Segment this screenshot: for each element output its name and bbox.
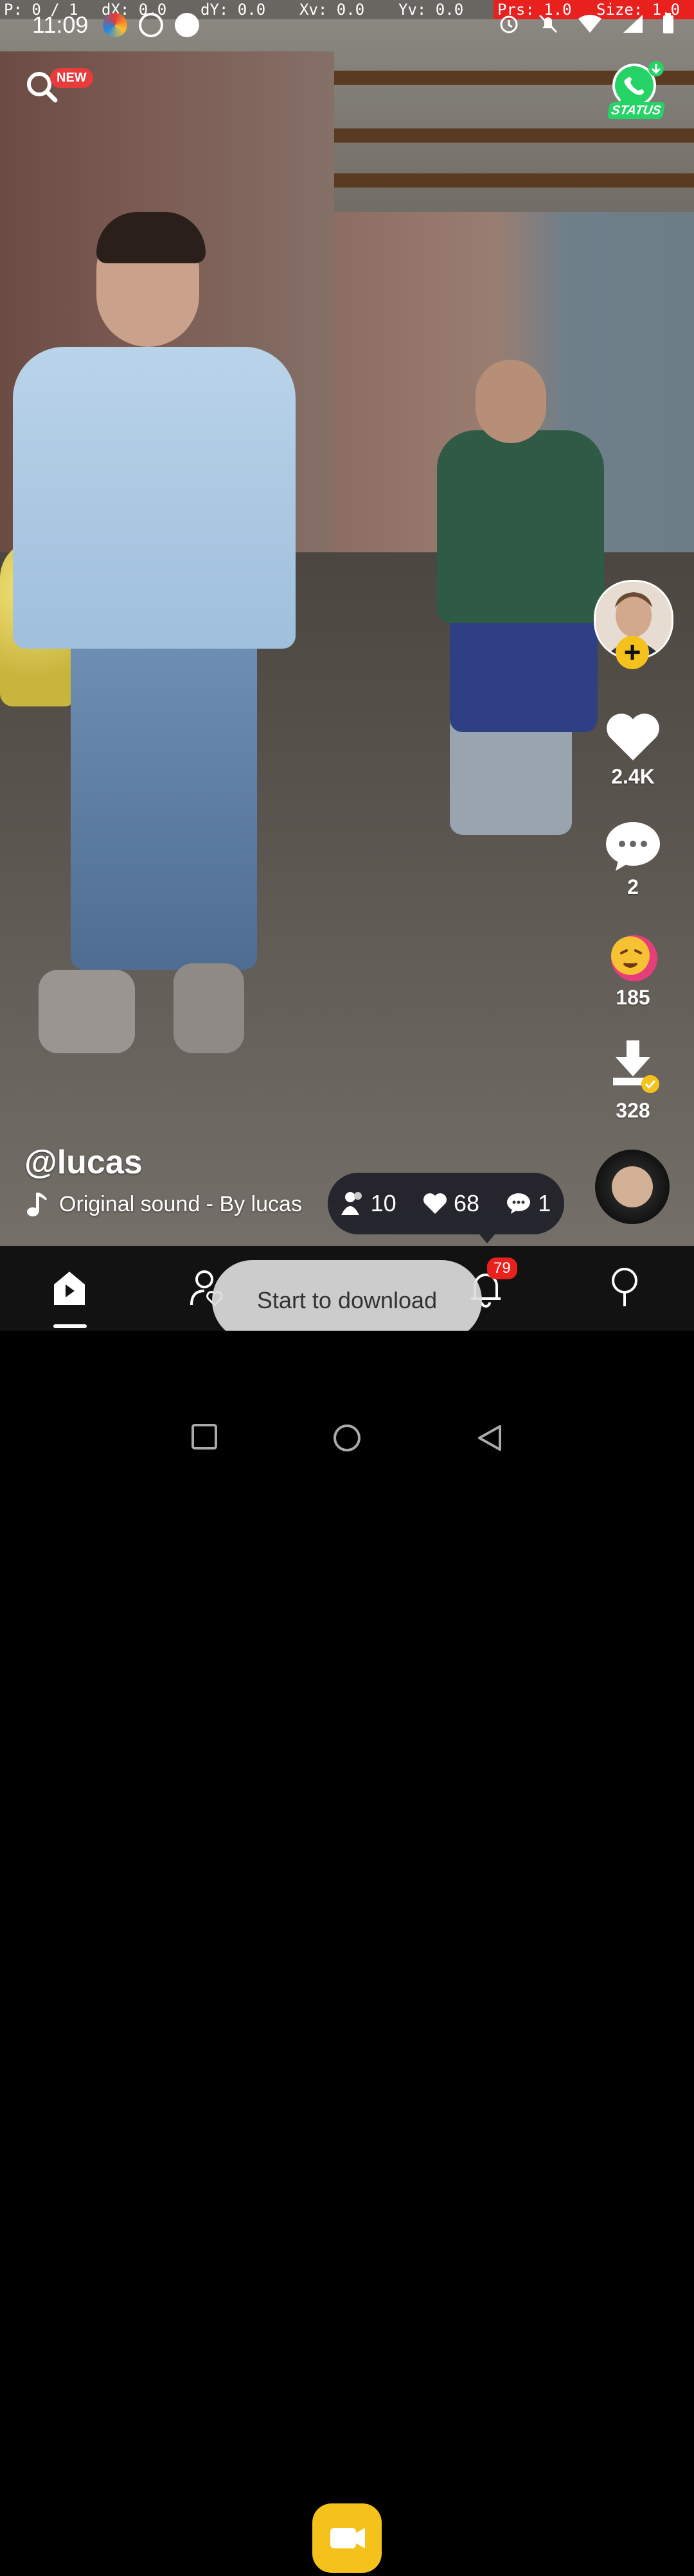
sound-title: Original sound - By lucas — [59, 1191, 302, 1216]
download-button[interactable]: 328 — [588, 1038, 678, 1123]
music-note-icon — [27, 1193, 47, 1216]
views-stat: 10 — [341, 1190, 396, 1217]
music-disc[interactable] — [595, 1150, 670, 1224]
people-icon — [341, 1192, 362, 1215]
emoji-reaction-icon — [611, 935, 657, 981]
mute-icon — [537, 13, 559, 38]
signal-icon — [621, 13, 644, 37]
like-count: 2.4K — [611, 765, 655, 788]
video-person — [96, 212, 206, 263]
heart-icon — [423, 1193, 447, 1214]
follow-plus-button[interactable]: + — [616, 636, 649, 669]
circle-icon — [334, 1424, 360, 1451]
comments-stat: 1 — [506, 1190, 551, 1217]
music-disc-avatar — [612, 1166, 653, 1207]
tab-profile[interactable] — [580, 1246, 670, 1331]
back-button[interactable] — [476, 1424, 504, 1455]
video-person — [174, 963, 244, 1053]
app-notification-icon — [175, 13, 199, 37]
notification-badge: 79 — [487, 1257, 517, 1279]
create-video-button[interactable] — [312, 2503, 382, 2573]
download-icon — [613, 1040, 659, 1093]
status-time: 11:09 — [32, 12, 89, 38]
video-person — [13, 347, 296, 649]
profile-icon — [612, 1268, 637, 1306]
video-person — [476, 360, 546, 443]
wifi-icon — [577, 13, 603, 37]
heart-icon — [607, 714, 659, 760]
app-notification-icon — [139, 13, 163, 37]
debug-xv: Xv: 0.0 — [299, 1, 365, 19]
active-tab-indicator — [53, 1324, 87, 1328]
comment-count: 2 — [627, 875, 639, 898]
whatsapp-status-button[interactable]: STATUS — [607, 61, 666, 119]
status-app-icons — [103, 13, 199, 37]
reaction-count: 185 — [616, 986, 650, 1009]
video-person — [71, 636, 257, 970]
recents-button[interactable] — [191, 1424, 217, 1453]
alarm-icon — [499, 13, 519, 37]
download-toast: Start to download — [212, 1260, 482, 1341]
reaction-button[interactable]: 185 — [588, 931, 678, 1010]
home-icon — [54, 1272, 85, 1305]
video-person — [437, 430, 604, 623]
likes-stat: 68 — [423, 1190, 479, 1217]
comment-icon — [507, 1193, 531, 1214]
download-count: 328 — [616, 1099, 650, 1122]
views-count: 10 — [370, 1190, 396, 1216]
tab-home[interactable] — [24, 1246, 114, 1331]
triangle-back-icon — [478, 1425, 501, 1451]
like-button[interactable]: 2.4K — [588, 713, 678, 789]
square-icon — [191, 1424, 217, 1450]
comment-icon — [606, 822, 660, 871]
stats-pill: 10 68 1 — [328, 1173, 564, 1243]
likes-count: 68 — [453, 1190, 480, 1216]
sound-link[interactable]: Original sound - By lucas — [26, 1191, 302, 1217]
battery-icon — [662, 13, 675, 38]
home-button[interactable] — [333, 1424, 361, 1455]
new-badge: NEW — [50, 68, 93, 88]
status-label: STATUS — [607, 102, 666, 119]
system-nav-bar — [0, 1331, 694, 1464]
video-person — [39, 970, 135, 1053]
comment-button[interactable]: 2 — [588, 821, 678, 899]
app-notification-icon — [103, 13, 127, 37]
comments-count: 1 — [538, 1190, 551, 1216]
debug-dy: dY: 0.0 — [200, 1, 266, 19]
video-camera-icon — [330, 2528, 365, 2548]
post-username[interactable]: @lucas — [24, 1143, 143, 1182]
status-system-icons — [499, 13, 675, 38]
debug-yv: Yv: 0.0 — [398, 1, 464, 19]
